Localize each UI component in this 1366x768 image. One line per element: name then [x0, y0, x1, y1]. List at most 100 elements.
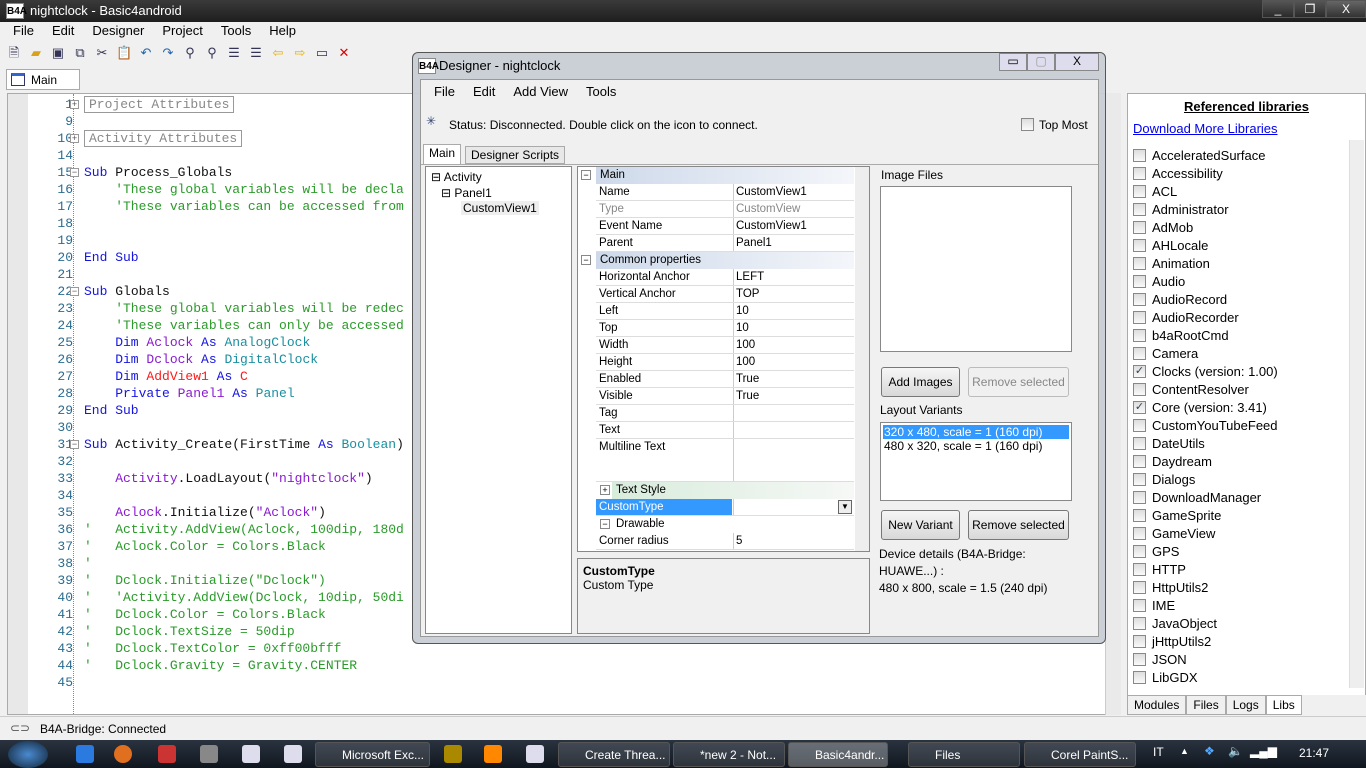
library-item[interactable]: DateUtils [1133, 434, 1205, 452]
library-checkbox[interactable] [1133, 526, 1146, 540]
property-value[interactable]: CustomView1 [736, 186, 807, 198]
dropbox-icon[interactable]: ❖ [1204, 744, 1215, 758]
library-item[interactable]: ✓ Clocks (version: 1.00) [1133, 362, 1278, 380]
save-icon[interactable]: ▣ [50, 45, 66, 61]
expand-icon[interactable]: + [70, 100, 79, 109]
collapse-icon[interactable]: − [70, 168, 79, 177]
library-item[interactable]: DownloadManager [1133, 488, 1261, 506]
designer-menu-tools[interactable]: Tools [577, 84, 625, 99]
redo-icon[interactable]: ↷ [160, 45, 176, 61]
ie-icon[interactable] [76, 745, 94, 763]
library-checkbox[interactable] [1133, 328, 1146, 342]
designer-maximize-button[interactable]: ▢ [1027, 53, 1055, 71]
variant-item[interactable]: 320 x 480, scale = 1 (160 dpi) [883, 425, 1069, 439]
property-value[interactable]: 5 [736, 535, 742, 547]
library-item[interactable]: AudioRecorder [1133, 308, 1239, 326]
tree-item-panel1[interactable]: ⊟ Panel1 [441, 186, 492, 200]
property-scrollbar[interactable] [855, 167, 869, 551]
library-item[interactable]: AdMob [1133, 218, 1193, 236]
library-item[interactable]: Administrator [1133, 200, 1229, 218]
menu-help[interactable]: Help [260, 23, 305, 41]
restore-button[interactable]: ❐ [1294, 0, 1326, 18]
designer-close-button[interactable]: X [1055, 53, 1099, 71]
close-button[interactable]: X [1326, 0, 1366, 18]
layout-variants-list[interactable]: 320 x 480, scale = 1 (160 dpi) 480 x 320… [880, 422, 1072, 501]
task-excel[interactable]: Microsoft Exc... [315, 742, 430, 767]
uncomment-icon[interactable]: ☰ [248, 45, 264, 61]
property-row[interactable]: Top 10 [596, 320, 854, 337]
library-checkbox[interactable] [1133, 274, 1146, 288]
expand-icon[interactable]: + [70, 134, 79, 143]
dropdown-arrow-icon[interactable]: ▼ [838, 500, 852, 514]
library-checkbox[interactable] [1133, 544, 1146, 558]
designer-icon[interactable]: ▭ [314, 45, 330, 61]
library-checkbox[interactable] [1133, 184, 1146, 198]
editor-scrollbar[interactable] [1105, 93, 1121, 715]
library-item[interactable]: ACL [1133, 182, 1177, 200]
open-folder-icon[interactable]: ▰ [28, 45, 44, 61]
library-checkbox[interactable] [1133, 454, 1146, 468]
download-libraries-link[interactable]: Download More Libraries [1133, 121, 1278, 136]
library-checkbox[interactable] [1133, 238, 1146, 252]
library-checkbox[interactable] [1133, 508, 1146, 522]
tree-item-customview1[interactable]: CustomView1 [461, 201, 539, 215]
library-item[interactable]: GameView [1133, 524, 1215, 542]
property-value[interactable]: Panel1 [736, 237, 772, 249]
property-category[interactable]: Main [596, 167, 854, 184]
library-checkbox[interactable] [1133, 562, 1146, 576]
property-row[interactable]: ▼ CustomType [596, 499, 854, 516]
library-item[interactable]: GameSprite [1133, 506, 1221, 524]
property-row[interactable]: Horizontal Anchor LEFT [596, 269, 854, 286]
property-row[interactable]: Corner radius 5 [596, 533, 854, 550]
library-item[interactable]: Animation [1133, 254, 1210, 272]
library-item[interactable]: LibGDX [1133, 668, 1198, 686]
variant-item[interactable]: 480 x 320, scale = 1 (160 dpi) [883, 439, 1069, 453]
property-value[interactable]: 100 [736, 339, 755, 351]
library-checkbox[interactable] [1133, 148, 1146, 162]
property-row[interactable]: Tag [596, 405, 854, 422]
library-item[interactable]: JSON [1133, 650, 1187, 668]
designer-menu-add-view[interactable]: Add View [504, 84, 577, 99]
property-value[interactable]: 100 [736, 356, 755, 368]
language-indicator[interactable]: IT [1153, 745, 1164, 759]
library-checkbox[interactable] [1133, 598, 1146, 612]
collapse-icon[interactable]: − [581, 255, 591, 265]
forward-arrow-icon[interactable]: ⇨ [292, 45, 308, 61]
collapse-icon[interactable]: − [70, 440, 79, 449]
app-icon[interactable] [158, 745, 176, 763]
property-value[interactable]: TOP [736, 288, 759, 300]
minimize-button[interactable]: _ [1262, 0, 1294, 18]
gimp-icon[interactable] [200, 745, 218, 763]
clock[interactable]: 21:47 [1299, 746, 1329, 760]
window-icon[interactable] [526, 745, 544, 763]
tab-logs[interactable]: Logs [1225, 695, 1266, 715]
back-arrow-icon[interactable]: ⇦ [270, 45, 286, 61]
designer-menu-edit[interactable]: Edit [464, 84, 504, 99]
property-row[interactable]: Left 10 [596, 303, 854, 320]
property-value[interactable]: CustomView [736, 203, 800, 215]
library-checkbox[interactable] [1133, 670, 1146, 684]
library-item[interactable]: Camera [1133, 344, 1198, 362]
property-row[interactable]: Name CustomView1 [596, 184, 854, 201]
menu-designer[interactable]: Designer [83, 23, 153, 41]
property-row[interactable]: Multiline Text [596, 439, 854, 482]
copy-icon[interactable]: ⧉ [72, 45, 88, 61]
library-item[interactable]: AudioRecord [1133, 290, 1227, 308]
comment-icon[interactable]: ☰ [226, 45, 242, 61]
property-category[interactable]: Common properties [596, 252, 854, 269]
library-item[interactable]: HttpUtils2 [1133, 578, 1208, 596]
property-row[interactable]: Enabled True [596, 371, 854, 388]
task-chrome[interactable]: Create Threa... [558, 742, 670, 767]
collapse-icon[interactable]: − [581, 170, 591, 180]
property-category[interactable]: Drawable [612, 516, 854, 533]
menu-project[interactable]: Project [153, 23, 211, 41]
property-value[interactable]: CustomView1 [736, 220, 807, 232]
library-checkbox[interactable] [1133, 166, 1146, 180]
tab-designer-scripts[interactable]: Designer Scripts [465, 146, 566, 164]
library-checkbox[interactable]: ✓ [1133, 364, 1146, 378]
find-replace-icon[interactable]: ⚲ [204, 45, 220, 61]
property-row[interactable]: Height 100 [596, 354, 854, 371]
volume-icon[interactable]: 🔈 [1228, 744, 1243, 758]
property-row[interactable]: Width 100 [596, 337, 854, 354]
tray-expand-icon[interactable]: ▲ [1180, 746, 1189, 756]
